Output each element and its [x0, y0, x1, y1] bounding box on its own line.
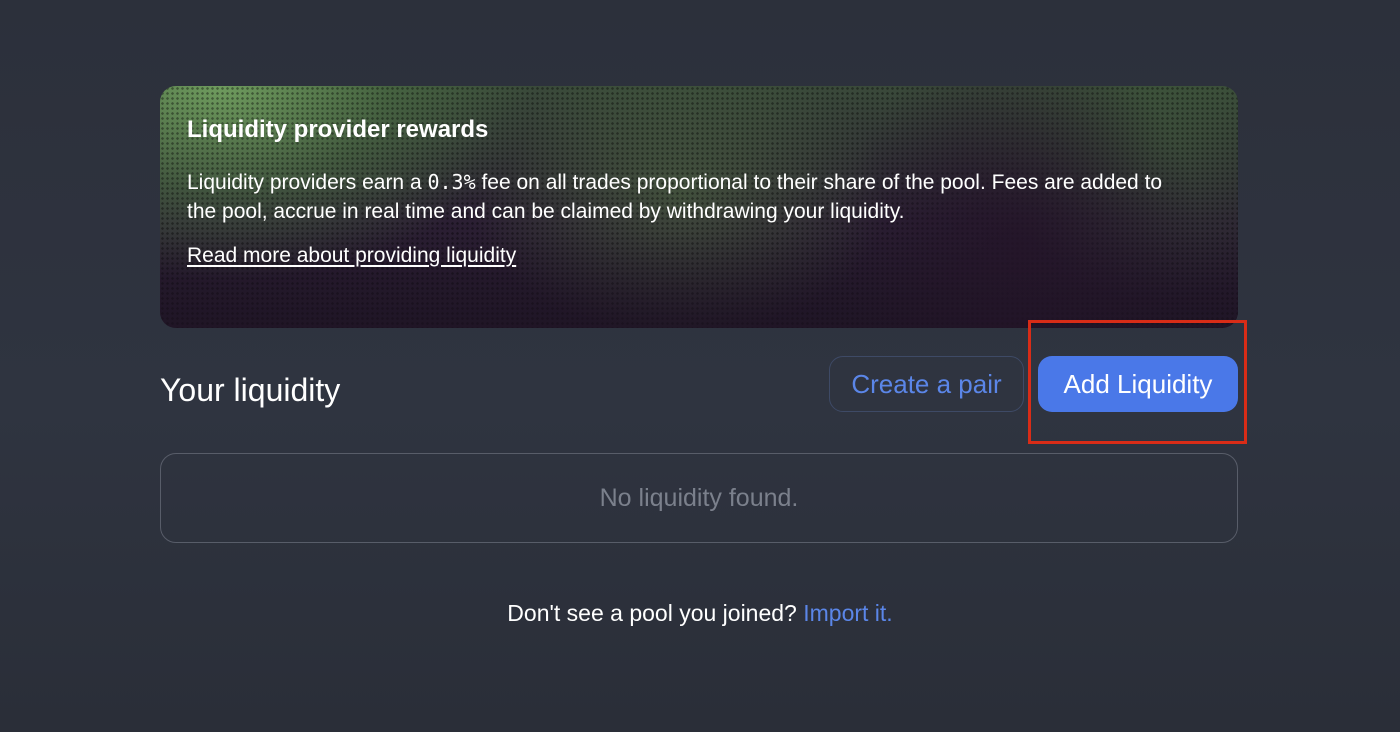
empty-state-message: No liquidity found. [599, 483, 799, 512]
read-more-link[interactable]: Read more about providing liquidity [187, 244, 516, 267]
fee-percentage: 0.3% [427, 170, 476, 194]
your-liquidity-title: Your liquidity [160, 372, 341, 408]
liquidity-empty-state: No liquidity found. [160, 453, 1238, 543]
import-pool-text: Don't see a pool you joined? [507, 600, 804, 626]
rewards-banner-title: Liquidity provider rewards [187, 116, 489, 143]
import-pool-link[interactable]: Import it. [803, 600, 892, 626]
import-pool-prompt: Don't see a pool you joined? Import it. [0, 598, 1400, 628]
rewards-banner-content: Liquidity provider rewards Liquidity pro… [160, 86, 1238, 298]
rewards-text-before-fee: Liquidity providers earn a [187, 171, 428, 194]
rewards-banner: Liquidity provider rewards Liquidity pro… [160, 86, 1238, 328]
create-pair-button[interactable]: Create a pair [829, 356, 1024, 412]
rewards-banner-description: Liquidity providers earn a 0.3% fee on a… [187, 168, 1187, 226]
add-liquidity-button[interactable]: Add Liquidity [1038, 356, 1238, 412]
